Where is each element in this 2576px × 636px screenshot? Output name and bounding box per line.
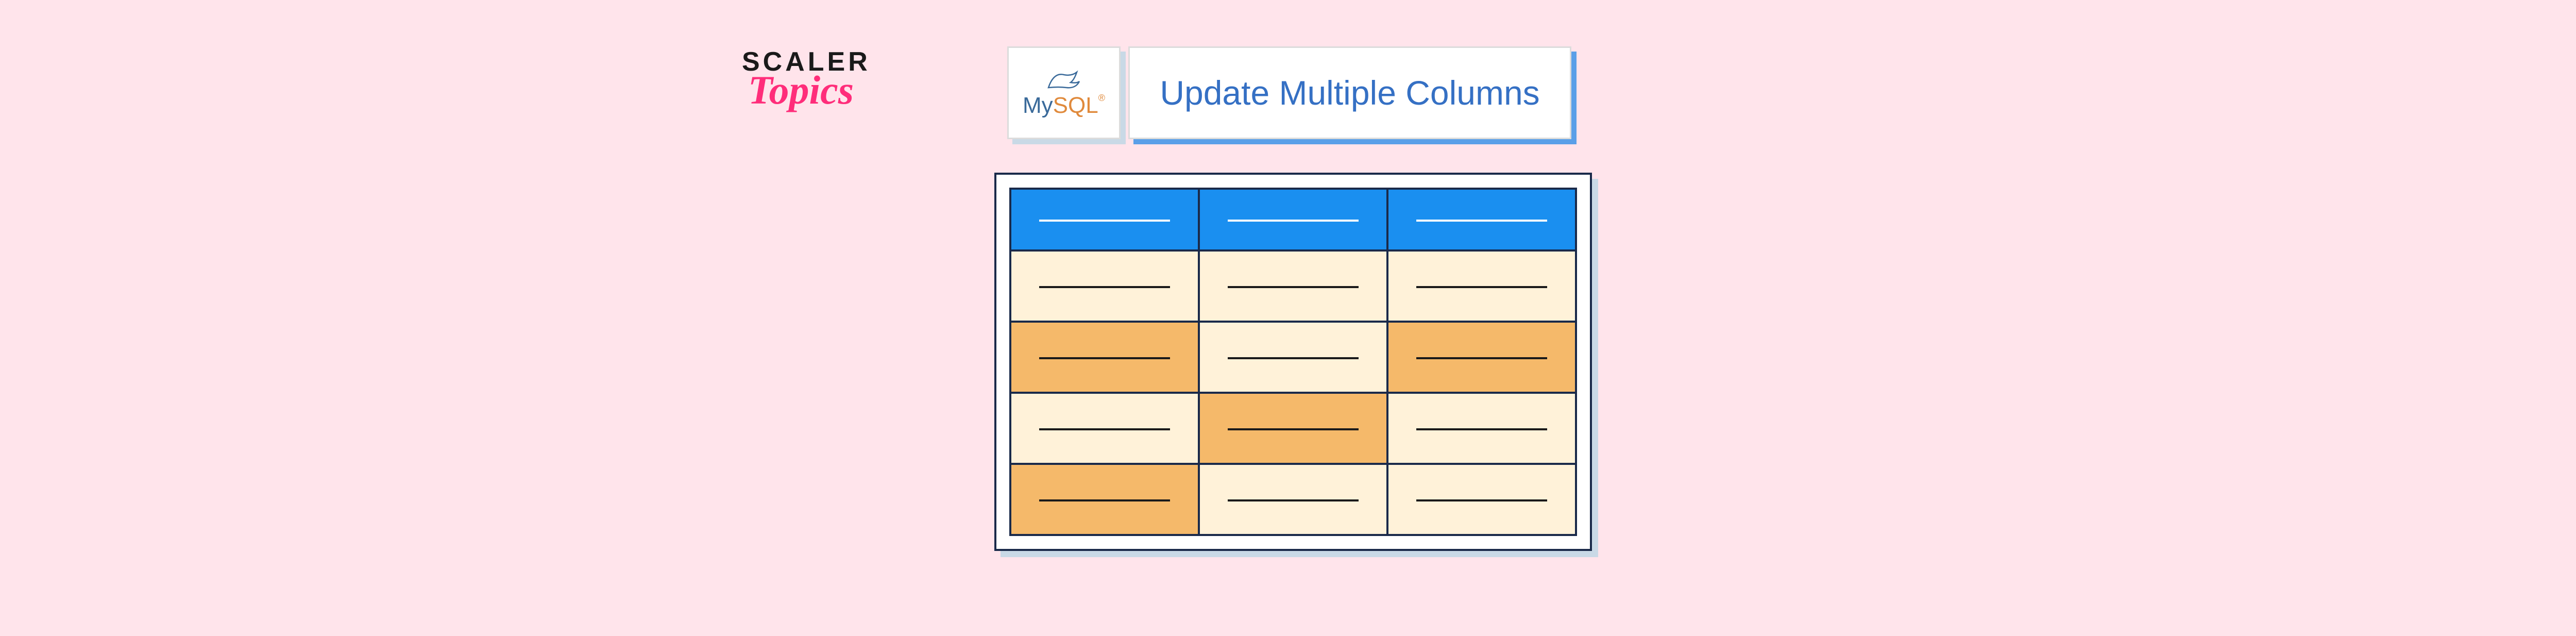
table-cell bbox=[1387, 464, 1576, 535]
cell-placeholder-line bbox=[1039, 357, 1170, 359]
table-cell bbox=[1010, 464, 1199, 535]
table-cell bbox=[1199, 250, 1387, 322]
table-cell bbox=[1010, 322, 1199, 393]
table-cell bbox=[1010, 189, 1199, 250]
page-title: Update Multiple Columns bbox=[1160, 73, 1539, 112]
table-cell bbox=[1010, 393, 1199, 464]
cell-placeholder-line bbox=[1228, 357, 1358, 359]
cell-placeholder-line bbox=[1228, 220, 1358, 222]
table-cell bbox=[1199, 464, 1387, 535]
cell-placeholder-line bbox=[1228, 499, 1358, 501]
cell-placeholder-line bbox=[1228, 428, 1358, 430]
table-cell bbox=[1010, 250, 1199, 322]
table-grid bbox=[1009, 188, 1577, 536]
mysql-sql: SQL bbox=[1053, 93, 1098, 118]
mysql-my: My bbox=[1023, 93, 1053, 118]
table-row bbox=[1010, 464, 1576, 535]
mysql-text: MySQL® bbox=[1023, 93, 1105, 119]
cell-placeholder-line bbox=[1416, 286, 1547, 288]
mysql-suffix: ® bbox=[1098, 93, 1105, 103]
table-cell bbox=[1199, 393, 1387, 464]
scaler-topics-logo: SCALER Topics bbox=[742, 46, 871, 113]
cell-placeholder-line bbox=[1039, 286, 1170, 288]
cell-placeholder-line bbox=[1039, 220, 1170, 222]
table-row bbox=[1010, 189, 1576, 250]
title-box: Update Multiple Columns bbox=[1128, 46, 1571, 139]
cell-placeholder-line bbox=[1416, 499, 1547, 501]
cell-placeholder-line bbox=[1228, 286, 1358, 288]
table-row bbox=[1010, 393, 1576, 464]
logo-text-topics: Topics bbox=[748, 67, 871, 113]
table-cell bbox=[1199, 189, 1387, 250]
table-cell bbox=[1199, 322, 1387, 393]
cell-placeholder-line bbox=[1039, 428, 1170, 430]
table-row bbox=[1010, 322, 1576, 393]
cell-placeholder-line bbox=[1416, 220, 1547, 222]
table-row bbox=[1010, 250, 1576, 322]
mysql-logo-box: MySQL® bbox=[1007, 46, 1121, 139]
table-cell bbox=[1387, 322, 1576, 393]
table-cell bbox=[1387, 189, 1576, 250]
header-row: MySQL® Update Multiple Columns bbox=[1007, 46, 1571, 139]
table-cell bbox=[1387, 250, 1576, 322]
cell-placeholder-line bbox=[1416, 428, 1547, 430]
table-cell bbox=[1387, 393, 1576, 464]
dolphin-icon bbox=[1046, 67, 1082, 93]
table-diagram bbox=[994, 173, 1592, 551]
cell-placeholder-line bbox=[1416, 357, 1547, 359]
cell-placeholder-line bbox=[1039, 499, 1170, 501]
